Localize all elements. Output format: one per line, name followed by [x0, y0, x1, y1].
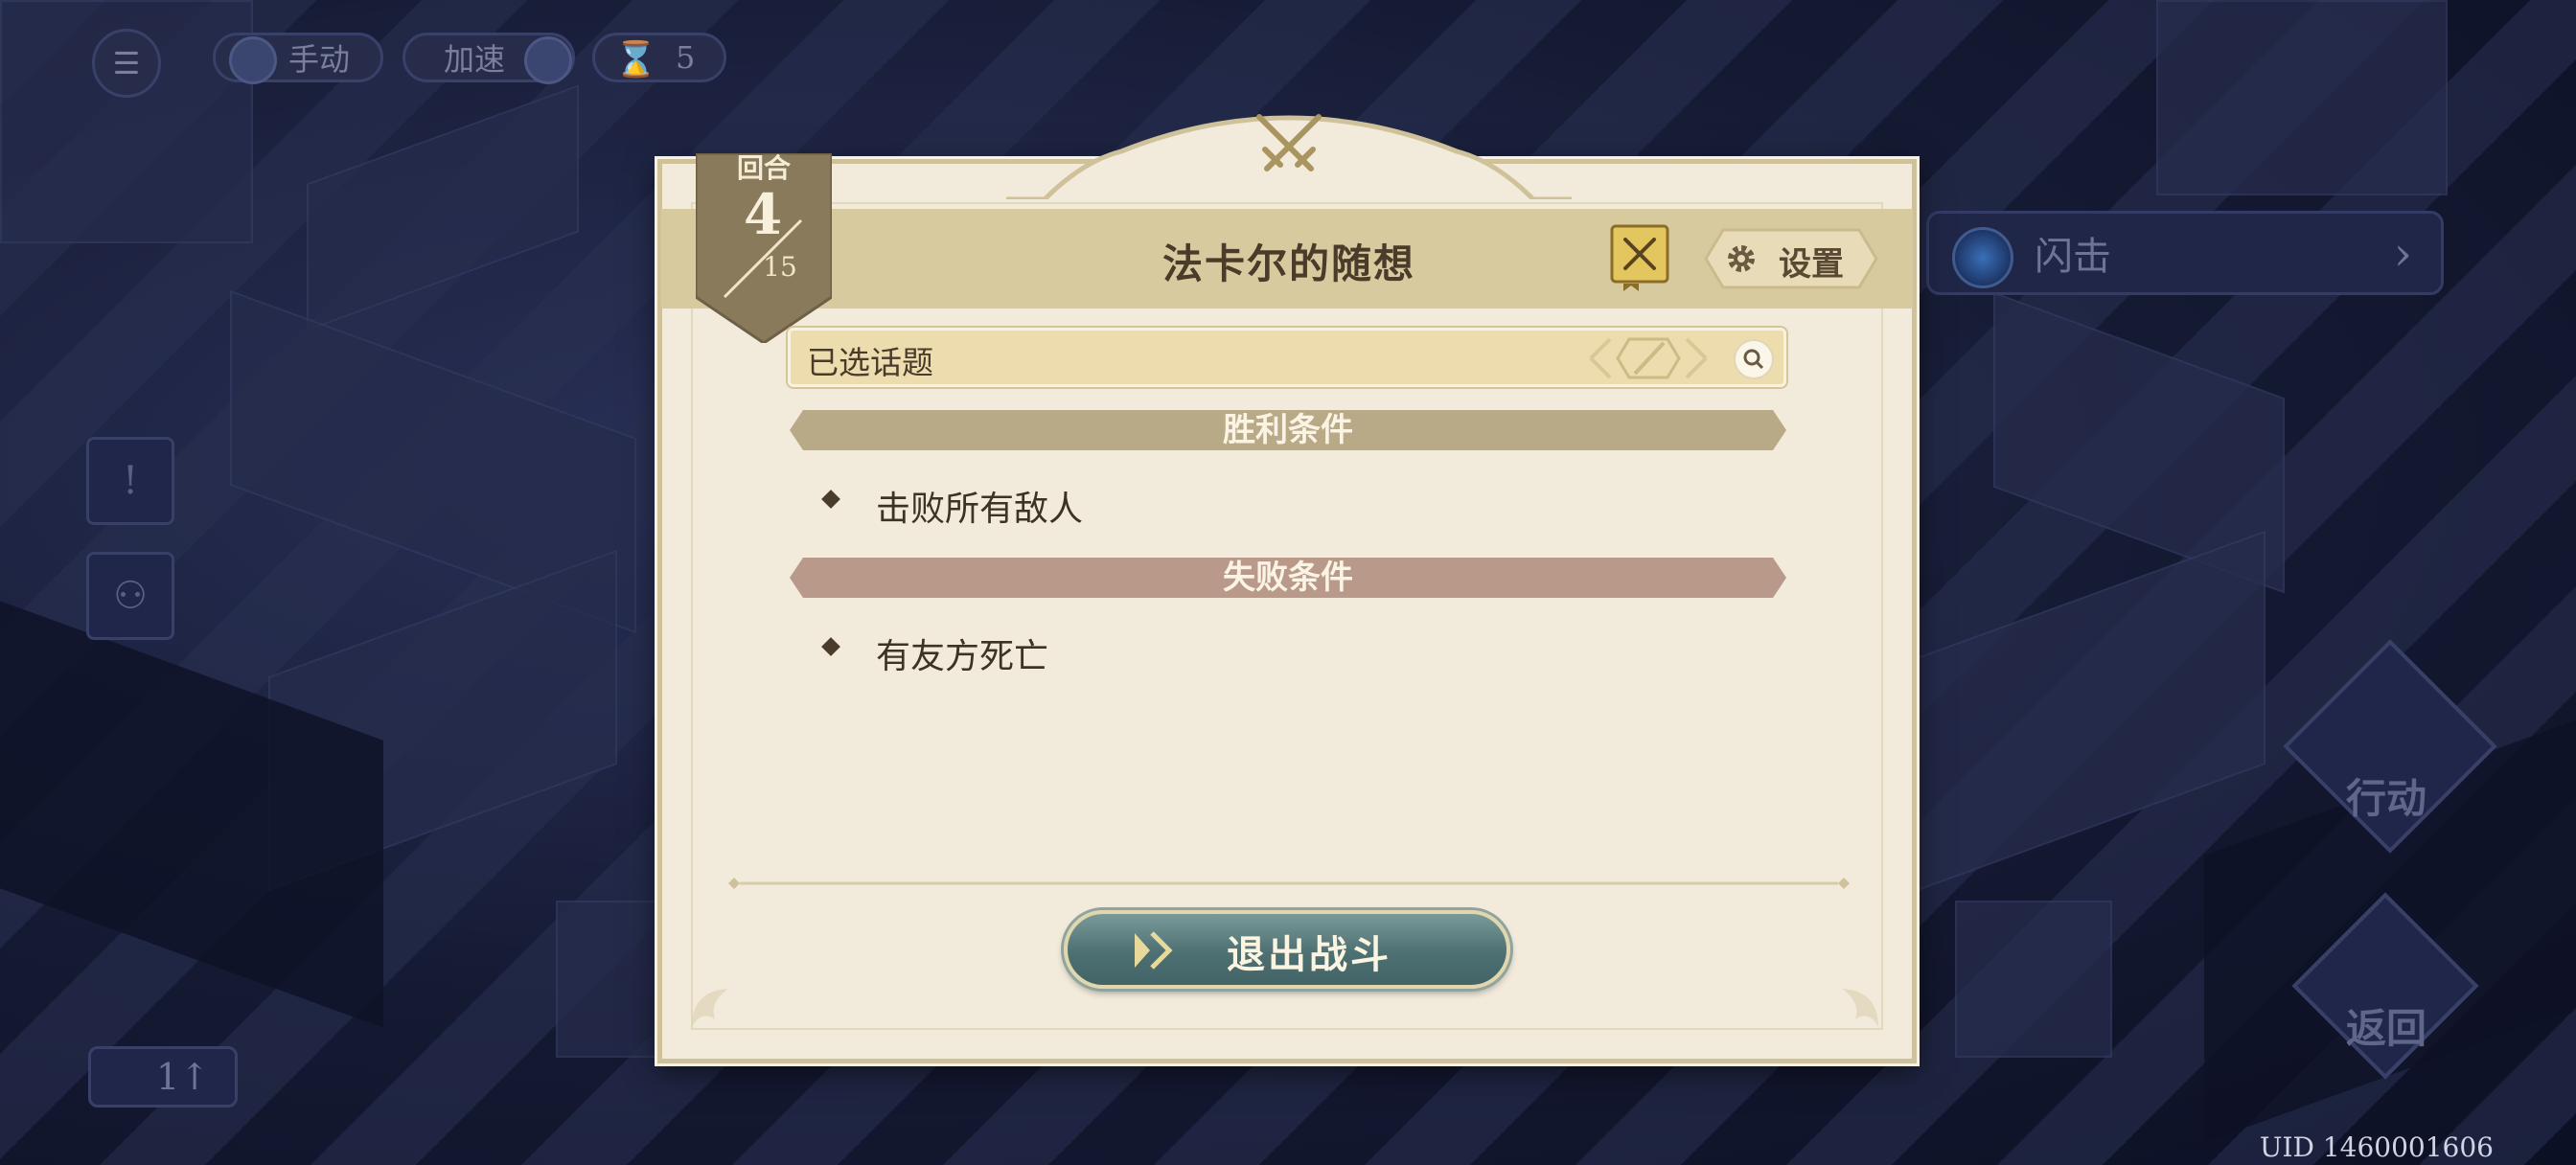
exclamation-icon: !: [122, 459, 139, 503]
speed-label: 加速: [444, 41, 506, 78]
level-indicator: 1 ↑: [88, 1046, 238, 1108]
manual-mode-label: 手动: [288, 41, 351, 78]
party-icon: ⚇: [113, 574, 148, 618]
skill-label: 闪击: [2035, 235, 2111, 279]
book-icon[interactable]: [1610, 224, 1671, 293]
menu-icon: ☰: [112, 45, 141, 81]
crossed-swords-icon: [1256, 114, 1322, 171]
panel-inner-border: [691, 202, 1883, 1030]
toggle-dot-icon: [524, 36, 572, 84]
manual-mode-toggle[interactable]: 手动: [213, 33, 383, 84]
search-icon[interactable]: [1734, 339, 1774, 379]
round-total: 15: [763, 251, 797, 283]
turns-left-value: 5: [676, 39, 696, 76]
corner-ornament-icon: [692, 989, 728, 1027]
hourglass-icon: ⌛: [614, 40, 657, 80]
round-label: 回合: [736, 152, 791, 184]
skill-orb-icon: [1952, 227, 2013, 288]
corner-ornament-icon: [1842, 989, 1878, 1027]
exit-battle-label: 退出战斗: [1227, 932, 1392, 977]
uid-label: UID 1460001606: [2259, 1131, 2494, 1163]
dialog-divider: [728, 878, 1850, 889]
dialog-title: 法卡尔的随想: [1162, 240, 1415, 287]
victory-conditions-header: 胜利条件: [790, 410, 1786, 450]
defeat-conditions-header: 失败条件: [790, 558, 1786, 598]
menu-button[interactable]: ☰: [92, 29, 161, 98]
defeat-condition-item: 有友方死亡: [876, 637, 1049, 676]
return-label: 返回: [2346, 1005, 2427, 1052]
alert-side-button[interactable]: !: [86, 437, 174, 525]
turn-counter: ⌛ 5: [592, 33, 726, 82]
round-current: 4: [743, 182, 783, 247]
party-side-button[interactable]: ⚇: [86, 552, 174, 640]
topic-ornament-icon: [1589, 337, 1708, 379]
selected-topic-label: 已选话题: [807, 344, 933, 381]
skill-flash-bar[interactable]: 闪击 ›: [1926, 211, 2444, 295]
victory-condition-item: 击败所有敌人: [876, 490, 1084, 529]
gear-icon: [1728, 245, 1755, 272]
play-chevron-icon: [1135, 931, 1173, 970]
chevron-right-icon: ›: [2393, 227, 2412, 281]
action-label: 行动: [2346, 775, 2427, 822]
toggle-dot-icon: [229, 36, 277, 84]
settings-label: 设置: [1779, 245, 1844, 284]
level-value: 1: [155, 1056, 180, 1098]
speed-toggle[interactable]: 加速: [402, 33, 575, 84]
